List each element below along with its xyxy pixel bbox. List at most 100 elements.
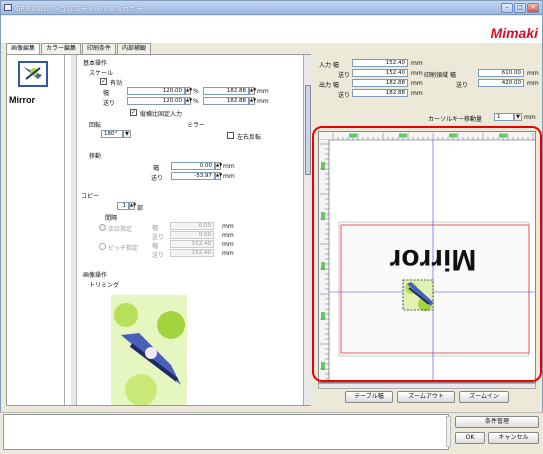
output-width-value: 182.88: [352, 79, 408, 87]
scale-feed-mm-input[interactable]: 182.88: [203, 97, 249, 105]
thumbnail-scrollbar[interactable]: [71, 55, 77, 405]
trim-preview-image: [111, 295, 187, 405]
mm-unit: mm: [411, 90, 423, 97]
layout-preview[interactable]: Mirror: [318, 131, 536, 383]
pitch-feed-input[interactable]: 152.40: [170, 249, 214, 257]
output-feed-value: 182.88: [352, 89, 408, 97]
tab-color-edit[interactable]: カラー編集: [41, 43, 82, 54]
scale-enabled-checkbox[interactable]: ✓: [100, 78, 107, 85]
tab-bar: 画像編集 カラー編集 印刷条件 内部補観: [6, 43, 152, 54]
scale-width-mm-spinner[interactable]: ▲▼: [249, 87, 256, 95]
close-button[interactable]: ×: [527, 3, 539, 13]
move-feed-input[interactable]: -53.97: [171, 172, 215, 180]
lr-flip-checkbox[interactable]: [227, 132, 234, 139]
ruler-mark: [321, 162, 325, 170]
cursor-move-label: カーソルキー移動量: [428, 116, 483, 123]
scale-feed-percent-input[interactable]: 120.00: [127, 97, 185, 105]
thumbnail-selected[interactable]: [18, 61, 48, 87]
move-label: 移動: [89, 153, 102, 160]
minimize-button[interactable]: –: [501, 3, 513, 13]
rotation-select[interactable]: 180°: [101, 130, 123, 138]
pitch-width-label: 幅: [152, 243, 159, 250]
edit-panel: Mirror 基本操作 スケール ✓ 有効 幅 120.00 ▲▼ % 182.…: [6, 54, 311, 406]
move-feed-spinner[interactable]: ▲▼: [215, 172, 222, 180]
mm-unit: mm: [257, 98, 269, 105]
trimming-label: トリミング: [89, 282, 120, 289]
auto-margin-radio[interactable]: [99, 224, 106, 231]
scale-width-mm-input[interactable]: 182.88: [203, 87, 249, 95]
copy-count-spinner[interactable]: ▲▼: [129, 202, 136, 210]
zoom-in-button[interactable]: ズームイン: [459, 391, 509, 403]
rotation-label: 回転: [89, 122, 102, 129]
print-area-feed: 420.00: [478, 79, 524, 87]
cancel-button[interactable]: キャンセル: [488, 432, 539, 444]
move-width-input[interactable]: 0.00: [171, 162, 215, 170]
tab-print-conditions[interactable]: 印刷条件: [82, 43, 117, 54]
zoom-out-button[interactable]: ズームアウト: [397, 391, 455, 403]
message-scrollbar[interactable]: [446, 416, 451, 447]
preview-hscrollbar[interactable]: [318, 383, 536, 389]
pitch-width-input[interactable]: 152.40: [170, 240, 214, 248]
title-bar: GP-604D : ジョブエディタ ( フルカラー ) – □ ×: [1, 1, 542, 15]
mm-unit: mm: [222, 223, 234, 230]
mm-unit: mm: [223, 163, 235, 170]
mm-unit: mm: [257, 88, 269, 95]
cursor-move-select[interactable]: 1: [494, 113, 514, 121]
auto-margin-label: 余白指定: [108, 226, 133, 233]
basic-heading: 基本操作: [83, 60, 108, 67]
mm-unit: mm: [222, 250, 234, 257]
spacing-label: 間隔: [105, 215, 118, 222]
mm-unit: mm: [411, 70, 423, 77]
ruler-mark: [499, 133, 507, 138]
ruler-mark: [321, 262, 325, 270]
auto-width-input[interactable]: 0.00: [170, 222, 214, 230]
output-width-label: 出力 幅: [319, 82, 339, 89]
condition-management-button[interactable]: 条件管理: [455, 416, 539, 428]
move-width-spinner[interactable]: ▲▼: [215, 162, 222, 170]
header-band: Mimaki: [1, 16, 542, 43]
brand-logo: Mimaki: [490, 25, 538, 41]
input-feed-value: 152.40: [352, 69, 408, 77]
left-ruler: [319, 140, 329, 382]
ok-button[interactable]: OK: [455, 432, 485, 444]
mm-unit: mm: [527, 80, 539, 87]
scale-feed-spinner[interactable]: ▲▼: [185, 97, 192, 105]
table-width-button[interactable]: テーブル幅: [345, 391, 393, 403]
mirror-text-preview: Mirror: [389, 243, 476, 276]
scale-heading: スケール: [89, 70, 114, 77]
thumbnail-image: [20, 63, 46, 85]
mm-unit: mm: [223, 173, 235, 180]
auto-feed-input[interactable]: 0.00: [170, 231, 214, 239]
window-title: GP-604D : ジョブエディタ ( フルカラー ): [15, 5, 149, 13]
scale-feed-mm-spinner[interactable]: ▲▼: [249, 97, 256, 105]
edit-panel-scrollbar[interactable]: [303, 55, 311, 405]
ruler-mark: [349, 133, 357, 138]
maximize-button[interactable]: □: [514, 3, 526, 13]
thumbnail-label: Mirror: [9, 95, 36, 105]
mirror-label: ミラー: [187, 122, 206, 129]
ruler-mark: [321, 362, 325, 370]
aspect-lock-checkbox[interactable]: ✓: [130, 109, 137, 116]
input-width-label: 入力 幅: [319, 62, 339, 69]
ruler-mark: [449, 133, 457, 138]
scroll-thumb[interactable]: [305, 85, 311, 175]
copy-unit: 部: [137, 205, 144, 212]
scale-feed-label: 送り: [103, 100, 116, 107]
scale-width-spinner[interactable]: ▲▼: [185, 87, 192, 95]
copy-count-input[interactable]: 1: [117, 202, 129, 210]
move-width-label: 幅: [153, 165, 160, 172]
percent-unit: %: [193, 88, 199, 95]
print-area-label: 印刷領域 幅: [424, 72, 456, 79]
rotation-dropdown-icon[interactable]: ▼: [123, 130, 131, 138]
aspect-lock-label: 縦横比固定入力: [140, 111, 183, 118]
move-feed-label: 送り: [151, 175, 164, 182]
tab-image-edit[interactable]: 画像編集: [6, 43, 41, 54]
app-icon: [4, 4, 12, 11]
pitch-feed-label: 送り: [152, 252, 165, 259]
media-area: [338, 221, 530, 357]
tab-internal[interactable]: 内部補観: [117, 43, 152, 54]
cursor-move-dropdown-icon[interactable]: ▼: [514, 113, 522, 121]
ruler-mark: [321, 312, 325, 320]
pitch-radio[interactable]: [99, 243, 106, 250]
scale-width-percent-input[interactable]: 120.00: [127, 87, 185, 95]
